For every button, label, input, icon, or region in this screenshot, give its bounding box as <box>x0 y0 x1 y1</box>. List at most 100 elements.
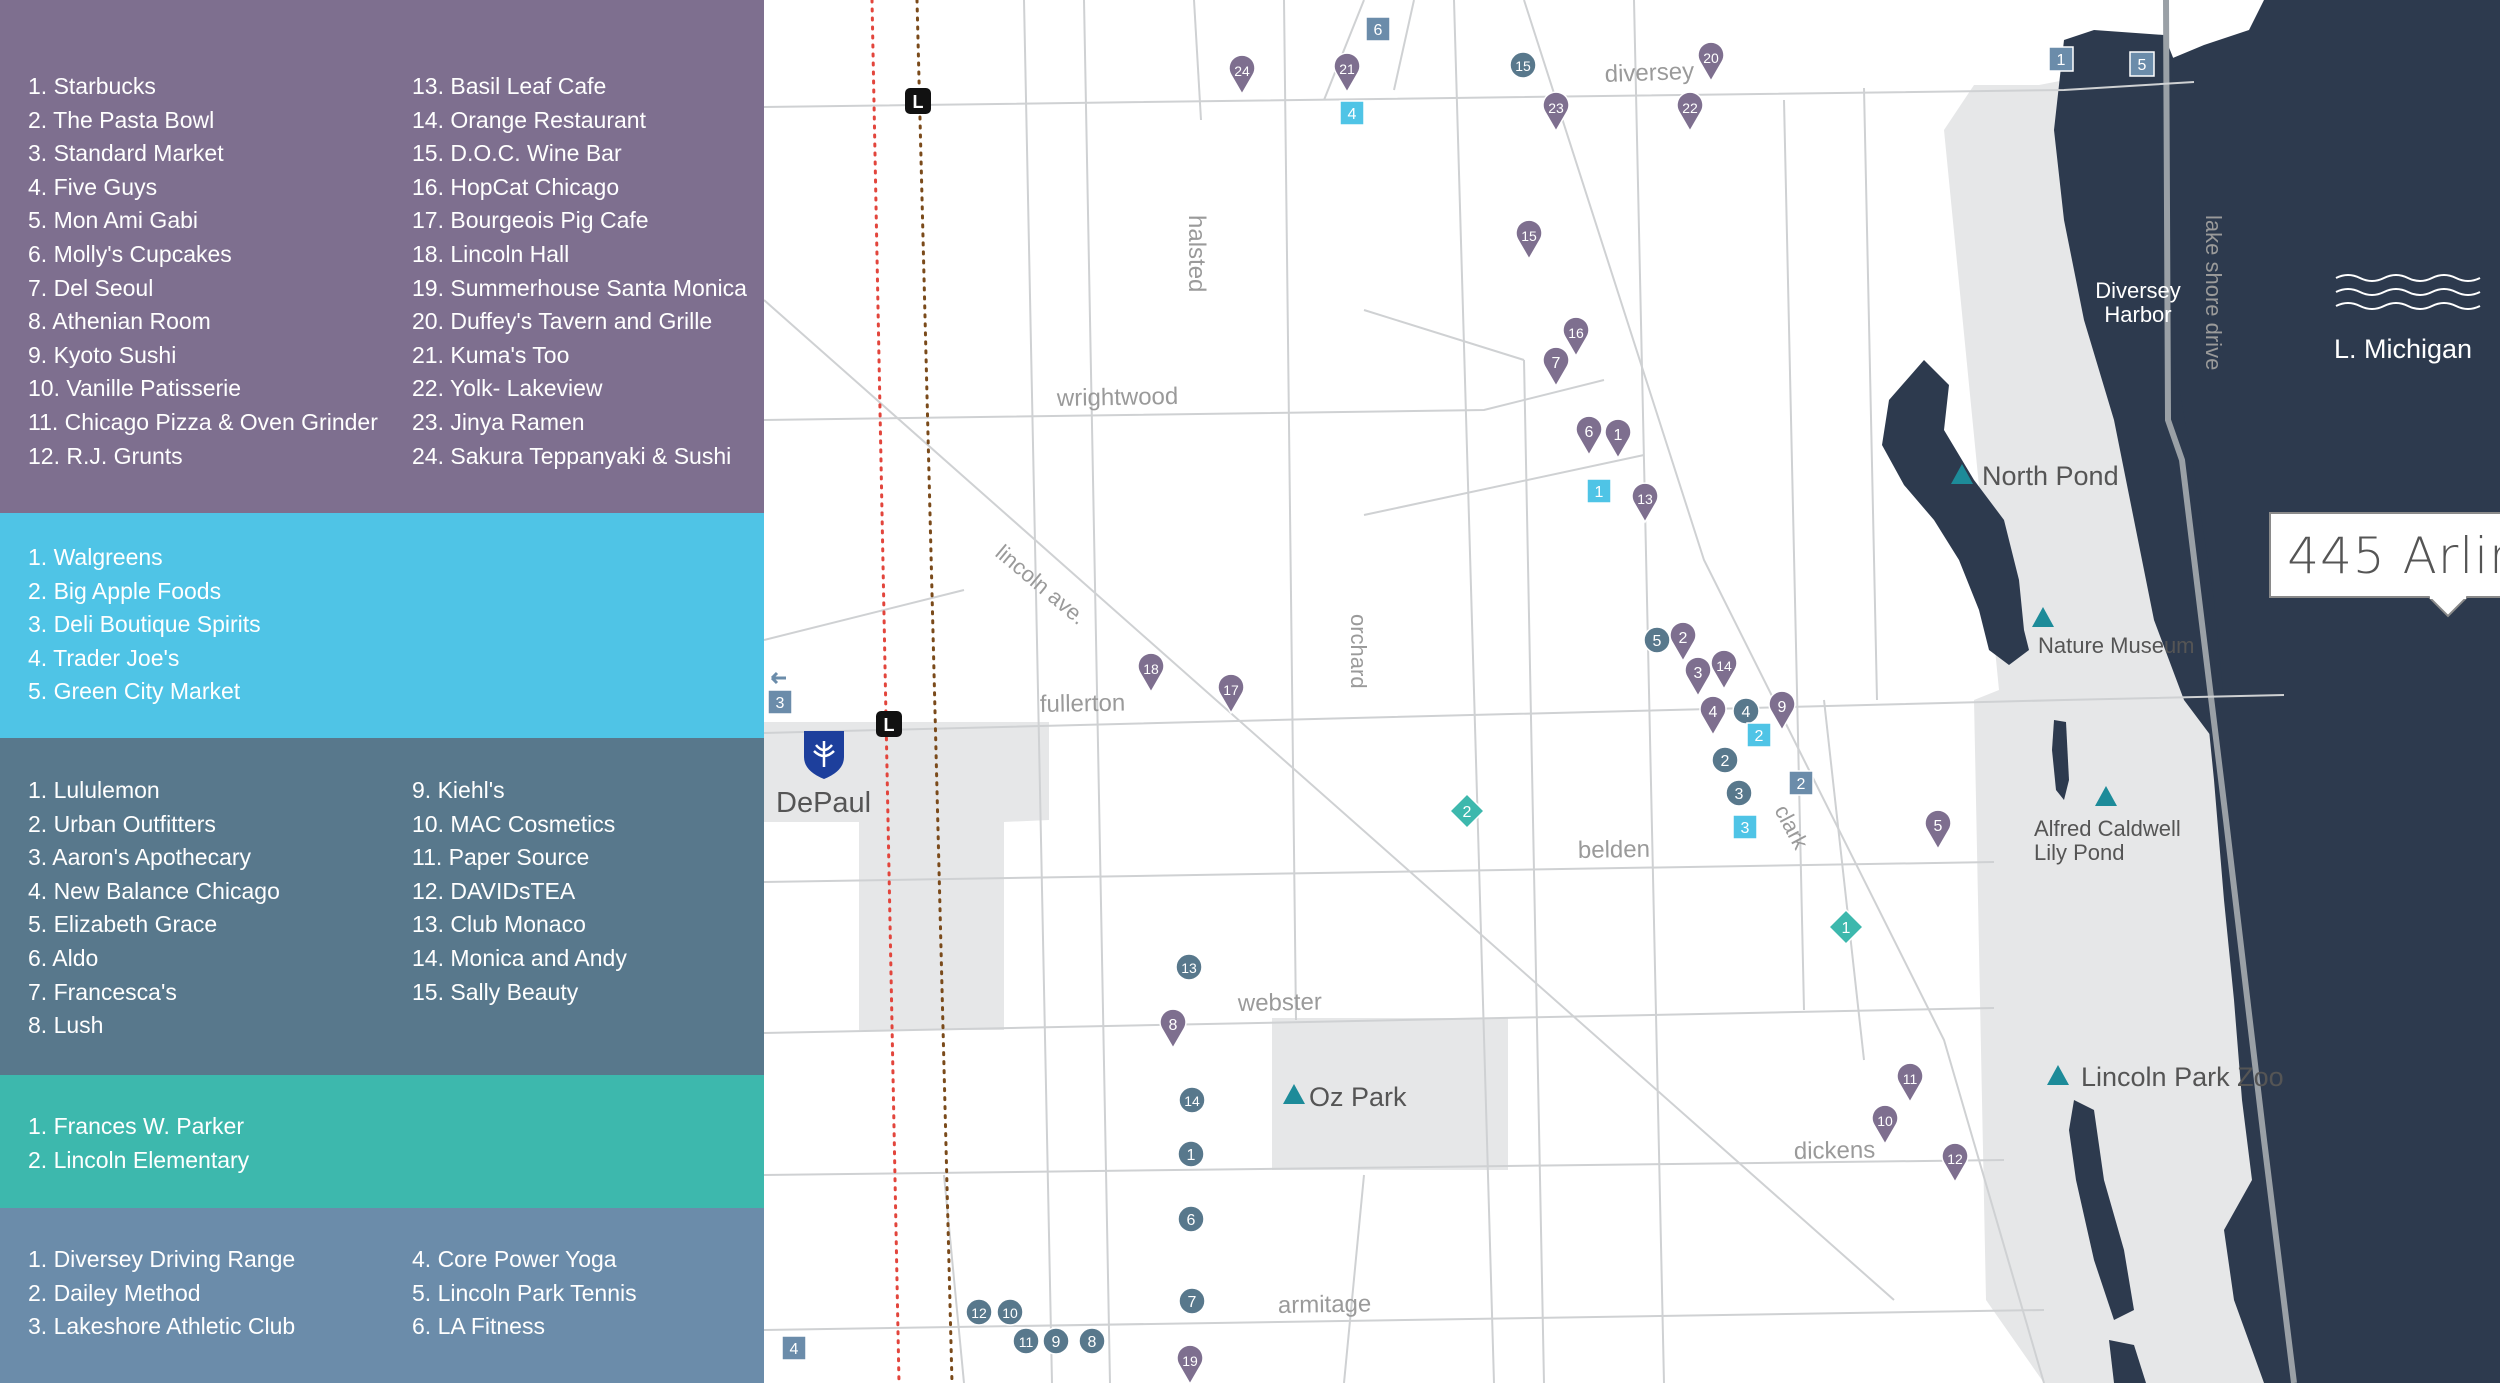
marker-number: 7 <box>1552 355 1561 372</box>
shops-marker[interactable]: 1 <box>1177 1140 1205 1168</box>
shops-marker[interactable]: 3 <box>1725 779 1753 807</box>
fitness-marker[interactable]: 1 <box>2048 46 2074 72</box>
legend-item: 10. MAC Cosmetics <box>412 810 616 837</box>
restaurants-marker[interactable]: 19 <box>1176 1344 1204 1383</box>
marker-number: 14 <box>1184 1093 1200 1109</box>
marker-number: 1 <box>1842 920 1851 937</box>
fitness-marker[interactable]: 5 <box>2129 51 2155 77</box>
legend-item: 7. Francesca's <box>28 978 177 1005</box>
legend-item: 9. Kyoto Sushi <box>28 341 177 368</box>
marker-number: 10 <box>1877 1113 1893 1129</box>
legend-item: 8. Athenian Room <box>28 308 211 335</box>
shops-marker[interactable]: 15 <box>1509 51 1537 79</box>
restaurants-marker[interactable]: 9 <box>1768 690 1796 732</box>
shops-marker[interactable]: 11 <box>1012 1327 1040 1355</box>
legend-item: 1. Frances W. Parker <box>28 1113 245 1139</box>
street-label: clark <box>1770 801 1814 855</box>
restaurants-marker[interactable]: 8 <box>1159 1008 1187 1050</box>
shops-marker[interactable]: 10 <box>996 1298 1024 1326</box>
fitness-marker[interactable]: 6 <box>1365 16 1391 42</box>
marker-number: 5 <box>2138 57 2147 74</box>
schools-marker[interactable]: 2 <box>1448 792 1486 830</box>
shops-marker[interactable]: 9 <box>1042 1327 1070 1355</box>
grocery-marker[interactable]: 1 <box>1586 478 1612 504</box>
restaurants-marker[interactable]: 14 <box>1710 649 1738 691</box>
restaurants-marker[interactable]: 11 <box>1896 1062 1924 1104</box>
legend-item: 8. Lush <box>28 1012 104 1039</box>
legend-item: 22. Yolk- Lakeview <box>412 375 603 402</box>
marker-number: 8 <box>1169 1017 1178 1034</box>
restaurants-marker[interactable]: 20 <box>1697 41 1725 83</box>
legend-item: 6. Molly's Cupcakes <box>28 240 232 267</box>
grocery-marker[interactable]: 4 <box>1339 100 1365 126</box>
legend-item: 5. Lincoln Park Tennis <box>412 1279 637 1306</box>
legend-item: 2. The Pasta Bowl <box>28 106 215 133</box>
place-label: Lincoln Park Zoo <box>2081 1062 2284 1092</box>
legend-item: 4. New Balance Chicago <box>28 877 280 904</box>
restaurants-marker[interactable]: 18 <box>1137 652 1165 694</box>
neighborhood-map[interactable]: diversey halsted wrightwood lincoln ave. orc… <box>764 0 2500 1383</box>
street-label: belden <box>1578 836 1651 864</box>
legend-item: 4. Five Guys <box>28 173 158 200</box>
restaurants-marker[interactable]: 1 <box>1604 418 1632 460</box>
restaurants-marker[interactable]: 3 <box>1684 656 1712 698</box>
restaurants-marker[interactable]: 4 <box>1699 695 1727 737</box>
legend-item: 2. Urban Outfitters <box>28 810 216 837</box>
marker-number: 6 <box>1187 1212 1196 1229</box>
l-station-icon[interactable]: L <box>905 88 931 114</box>
grocery-marker[interactable]: 3 <box>1732 814 1758 840</box>
legend-item: 2. Big Apple Foods <box>28 577 222 604</box>
place-label: L. Michigan <box>2334 334 2472 364</box>
shops-marker[interactable]: 2 <box>1711 746 1739 774</box>
fitness-marker[interactable]: 2 <box>1788 770 1814 796</box>
restaurants-marker[interactable]: 5 <box>1924 809 1952 851</box>
fitness-marker[interactable]: 4 <box>781 1335 807 1361</box>
restaurants-marker[interactable]: 12 <box>1941 1142 1969 1184</box>
marker-number: 2 <box>1721 753 1730 770</box>
street-label: dickens <box>1794 1137 1876 1165</box>
restaurants-marker[interactable]: 17 <box>1217 673 1245 715</box>
legend-item: 15. D.O.C. Wine Bar <box>412 140 622 167</box>
legend-item: 1. Starbucks <box>28 73 156 99</box>
legend-item: 11. Paper Source <box>412 844 590 871</box>
restaurants-marker[interactable]: 21 <box>1333 52 1361 94</box>
restaurants-list-2: 13. Basil Leaf Cafe 14. Orange Restaurant… <box>412 70 747 473</box>
restaurants-marker[interactable]: 24 <box>1228 54 1256 96</box>
place-label: North Pond <box>1982 461 2119 491</box>
legend-item: 3. Standard Market <box>28 140 224 167</box>
shops-marker[interactable]: 5 <box>1643 626 1671 654</box>
shops-marker[interactable]: 4 <box>1732 697 1760 725</box>
marker-number: 19 <box>1182 1353 1198 1369</box>
restaurants-marker[interactable]: 2 <box>1669 621 1697 663</box>
grocery-marker[interactable]: 2 <box>1746 722 1772 748</box>
marker-number: 6 <box>1374 22 1383 39</box>
marker-number: 24 <box>1234 63 1250 79</box>
l-station-icon[interactable]: L <box>876 711 902 737</box>
place-label: Nature Museum <box>2038 633 2195 658</box>
marker-number: 10 <box>1002 1305 1018 1321</box>
restaurants-marker[interactable]: 16 <box>1562 316 1590 358</box>
legend-item: 9. Kiehl's <box>412 777 505 803</box>
shops-marker[interactable]: 7 <box>1178 1287 1206 1315</box>
legend-item: 4. Trader Joe's <box>28 644 180 671</box>
shops-marker[interactable]: 12 <box>965 1298 993 1326</box>
legend-item: 6. Aldo <box>28 944 99 971</box>
schools-marker[interactable]: 1 <box>1827 908 1865 946</box>
restaurants-marker[interactable]: 22 <box>1676 91 1704 133</box>
shops-legend: 1. Lululemon 2. Urban Outfitters 3. Aaron'… <box>0 738 764 1075</box>
restaurants-marker[interactable]: 6 <box>1575 415 1603 457</box>
shops-marker[interactable]: 6 <box>1177 1205 1205 1233</box>
restaurants-marker[interactable]: 15 <box>1515 219 1543 261</box>
shops-marker[interactable]: 13 <box>1175 953 1203 981</box>
marker-number: 7 <box>1188 1294 1197 1311</box>
shops-marker[interactable]: 14 <box>1178 1086 1206 1114</box>
legend-item: 1. Diversey Driving Range <box>28 1246 296 1272</box>
restaurants-marker[interactable]: 10 <box>1871 1104 1899 1146</box>
restaurants-marker[interactable]: 7 <box>1542 346 1570 388</box>
legend-item: 18. Lincoln Hall <box>412 240 570 267</box>
restaurants-marker[interactable]: 13 <box>1631 482 1659 524</box>
fitness-marker[interactable]: 3 <box>767 689 793 715</box>
street-label: lake shore drive <box>2201 215 2226 370</box>
shops-marker[interactable]: 8 <box>1078 1327 1106 1355</box>
restaurants-list-1: 1. Starbucks 2. The Pasta Bowl 3. Standard… <box>28 70 378 473</box>
